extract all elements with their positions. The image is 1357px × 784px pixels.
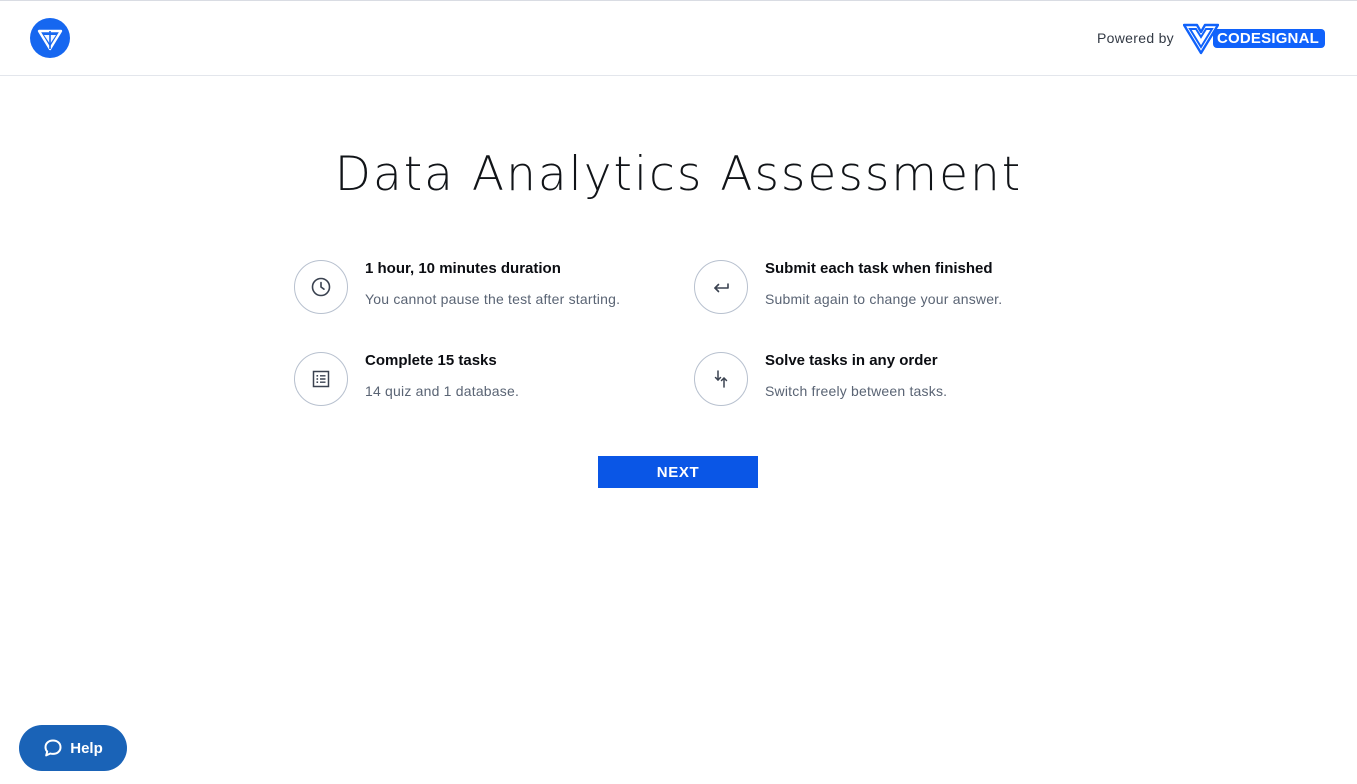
clock-icon (294, 260, 348, 314)
powered-by: Powered by CODESIGNAL (1097, 21, 1325, 55)
chat-bubble-icon (44, 739, 62, 757)
feature-title: 1 hour, 10 minutes duration (365, 260, 561, 277)
return-arrow-icon (694, 260, 748, 314)
help-button[interactable]: Help (19, 725, 127, 771)
feature-description: Submit again to change your answer. (765, 291, 1003, 307)
feature-text: Complete 15 tasks 14 quiz and 1 database… (365, 352, 519, 400)
feature-title: Solve tasks in any order (765, 352, 938, 369)
powered-by-label: Powered by (1097, 30, 1174, 46)
task-list-icon (294, 352, 348, 406)
page-title: Data Analytics Assessment (334, 147, 1023, 202)
feature-description: 14 quiz and 1 database. (365, 383, 520, 399)
top-header: Powered by CODESIGNAL (0, 1, 1357, 76)
feature-text: Solve tasks in any order Switch freely b… (765, 352, 947, 400)
brand-logo-icon (30, 18, 70, 58)
codesignal-logo[interactable]: CODESIGNAL (1182, 21, 1325, 55)
feature-tasks: Complete 15 tasks 14 quiz and 1 database… (294, 352, 519, 406)
next-button[interactable]: NEXT (598, 456, 758, 488)
feature-description: You cannot pause the test after starting… (365, 291, 621, 307)
feature-description: Switch freely between tasks. (765, 383, 948, 399)
help-label: Help (70, 739, 103, 757)
feature-text: Submit each task when finished Submit ag… (765, 260, 1002, 308)
welcome-page: Powered by CODESIGNAL Data Analytics Ass… (0, 0, 1357, 784)
feature-order: Solve tasks in any order Switch freely b… (694, 352, 947, 406)
codesignal-wordmark: CODESIGNAL (1212, 28, 1325, 48)
feature-title: Complete 15 tasks (365, 352, 497, 369)
feature-text: 1 hour, 10 minutes duration You cannot p… (365, 260, 620, 308)
feature-title: Submit each task when finished (765, 260, 993, 277)
feature-submit: Submit each task when finished Submit ag… (694, 260, 1002, 314)
reorder-arrows-icon (694, 352, 748, 406)
feature-duration: 1 hour, 10 minutes duration You cannot p… (294, 260, 620, 314)
